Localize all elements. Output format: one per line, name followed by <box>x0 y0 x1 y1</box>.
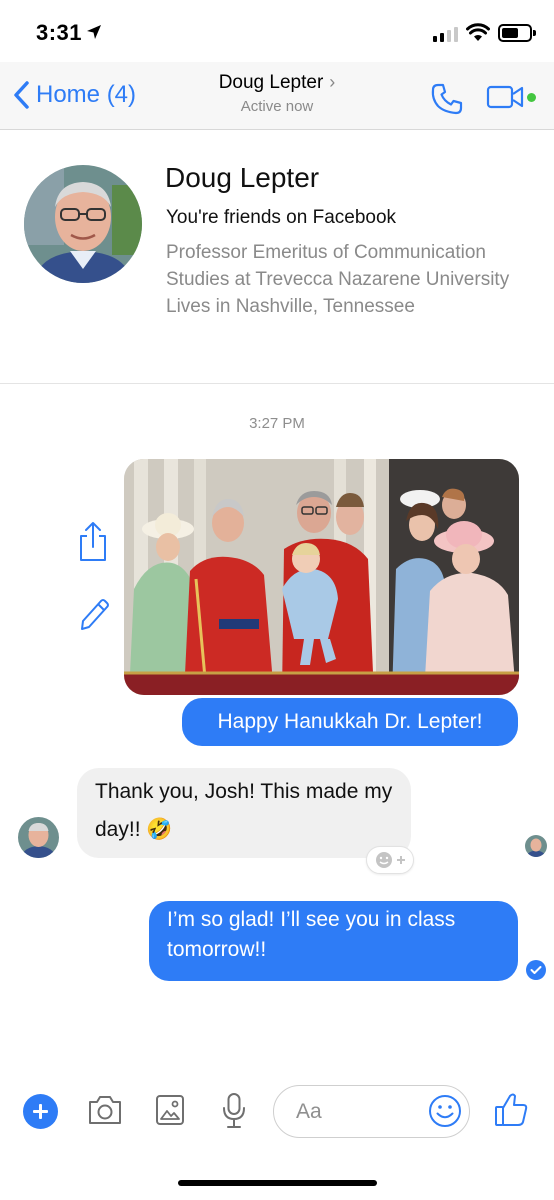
battery-icon <box>498 24 536 42</box>
conversation-header: Home (4) Doug Lepter › Active now <box>0 62 554 130</box>
sender-avatar[interactable] <box>18 817 59 858</box>
chevron-right-icon: › <box>329 72 336 92</box>
outgoing-message-bubble[interactable]: Happy Hanukkah Dr. Lepter! <box>182 698 518 746</box>
status-bar: 3:31 <box>0 0 554 62</box>
message-timestamp: 3:27 PM <box>249 415 305 432</box>
signal-strength-icon <box>433 26 458 42</box>
bio-line: Lives in Nashville, Tennessee <box>166 296 415 317</box>
thumbs-up-icon[interactable] <box>494 1092 528 1128</box>
pencil-icon[interactable] <box>78 597 110 631</box>
active-indicator <box>527 93 536 102</box>
profile-name: Doug Lepter <box>165 162 320 193</box>
gallery-icon[interactable] <box>155 1094 185 1126</box>
share-icon[interactable] <box>78 520 108 562</box>
add-reaction-icon <box>376 852 405 868</box>
outgoing-message-bubble[interactable]: I’m so glad! I’ll see you in class tomor… <box>149 901 518 981</box>
friendship-status: You're friends on Facebook <box>166 207 397 228</box>
contact-name: Doug Lepter <box>218 72 324 93</box>
read-receipt-avatar <box>525 835 547 857</box>
wifi-icon <box>466 23 490 41</box>
video-camera-icon[interactable] <box>486 84 526 110</box>
incoming-message-text: Thank you, Josh! This made my day!! 🤣 <box>95 780 393 841</box>
sent-check-icon <box>526 960 546 980</box>
plus-icon[interactable] <box>23 1094 58 1129</box>
avatar[interactable] <box>24 165 142 283</box>
profile-card: Doug Lepter You're friends on Facebook P… <box>0 131 554 384</box>
location-arrow-icon <box>87 25 101 39</box>
status-time: 3:31 <box>36 20 83 45</box>
add-reaction-button[interactable] <box>366 846 414 874</box>
profile-bio: Professor Emeritus of Communication Stud… <box>166 239 546 320</box>
home-indicator[interactable] <box>178 1180 377 1186</box>
emoji-icon[interactable] <box>428 1094 462 1128</box>
microphone-icon[interactable] <box>221 1092 247 1130</box>
message-composer <box>0 1078 554 1148</box>
photo-message[interactable] <box>124 459 519 695</box>
incoming-message-bubble[interactable]: Thank you, Josh! This made my day!! 🤣 <box>77 768 411 858</box>
active-status: Active now <box>240 98 314 115</box>
contact-name-button[interactable]: Doug Lepter › <box>0 72 554 94</box>
camera-icon[interactable] <box>87 1094 123 1126</box>
bio-line: Professor Emeritus of Communication Stud… <box>166 242 510 290</box>
phone-icon[interactable] <box>430 82 464 116</box>
